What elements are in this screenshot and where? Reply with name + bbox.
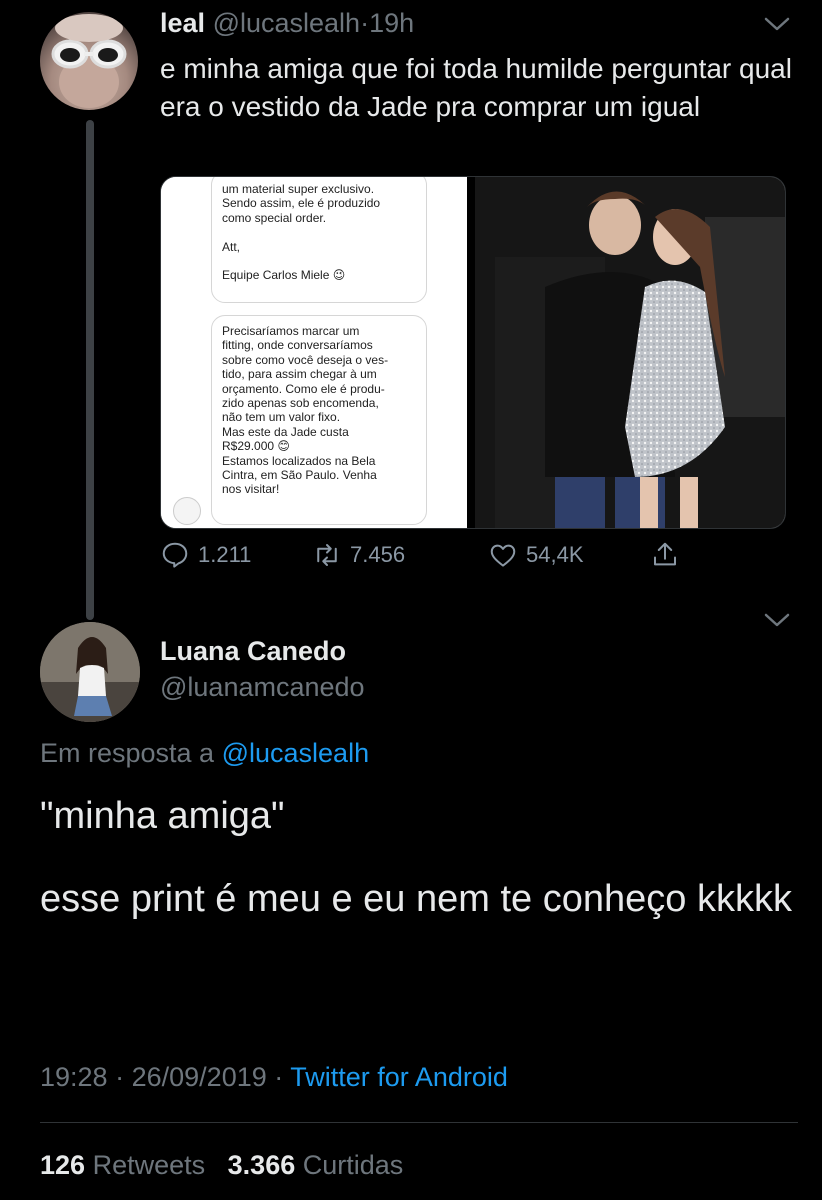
avatar-image xyxy=(51,14,127,108)
reply-text-line1: "minha amiga" xyxy=(40,795,285,837)
tweet-media[interactable]: um material super exclusivo. Sendo assim… xyxy=(160,176,786,529)
chevron-down-icon[interactable] xyxy=(762,610,792,630)
likes-label: Curtidas xyxy=(302,1150,404,1180)
tweet-time[interactable]: 19:28 xyxy=(40,1062,108,1092)
reply-prefix: Em resposta a xyxy=(40,738,215,768)
share-button[interactable] xyxy=(650,540,680,570)
screenshot-image[interactable]: um material super exclusivo. Sendo assim… xyxy=(161,177,467,528)
header-separator: · xyxy=(360,8,370,38)
retweets-label: Retweets xyxy=(92,1150,206,1180)
tweet-date[interactable]: 26/09/2019 xyxy=(132,1062,267,1092)
tweet-header: leal @lucaslealh·19h xyxy=(160,8,414,39)
meta-separator: · xyxy=(274,1062,284,1092)
retweet-icon xyxy=(317,544,337,566)
media-gap xyxy=(467,177,475,528)
avatar-luanamcanedo[interactable] xyxy=(40,622,140,722)
reply-author-name[interactable]: Luana Canedo xyxy=(160,636,346,667)
chevron-down-icon[interactable] xyxy=(762,14,792,34)
tweet-actions: 1.211 7.456 54,4K xyxy=(160,540,700,584)
author-handle[interactable]: @lucaslealh xyxy=(213,8,361,38)
couple-photo-illustration xyxy=(475,177,785,528)
tweet-text: e minha amiga que foi toda humilde pergu… xyxy=(160,53,792,122)
reply-button[interactable]: 1.211 xyxy=(160,540,251,570)
retweets-count: 126 xyxy=(40,1150,86,1180)
message-bubble-1: um material super exclusivo. Sendo assim… xyxy=(211,177,427,303)
retweet-count: 7.456 xyxy=(350,542,406,567)
meta-separator: · xyxy=(115,1062,125,1092)
like-icon xyxy=(490,544,516,567)
author-name[interactable]: leal xyxy=(160,8,205,38)
likes-stat[interactable]: 3.366 Curtidas xyxy=(228,1150,404,1180)
thread-connector xyxy=(86,120,94,620)
retweets-stat[interactable]: 126 Retweets xyxy=(40,1150,205,1180)
reply-author-handle[interactable]: @luanamcanedo xyxy=(160,672,365,703)
brand-logo-icon xyxy=(173,497,201,525)
retweet-button[interactable]: 7.456 xyxy=(312,540,405,570)
avatar-lucaslealh[interactable] xyxy=(40,12,138,110)
tweet-time[interactable]: 19h xyxy=(369,8,414,38)
reply-count: 1.211 xyxy=(198,542,252,567)
share-icon xyxy=(654,542,676,566)
like-count: 54,4K xyxy=(526,542,584,567)
photo-image[interactable] xyxy=(475,177,785,528)
like-button[interactable]: 54,4K xyxy=(488,540,584,570)
tweet-stats: 126 Retweets 3.366 Curtidas xyxy=(40,1150,403,1181)
tweet-source-link[interactable]: Twitter for Android xyxy=(290,1062,508,1092)
likes-count: 3.366 xyxy=(227,1150,296,1180)
divider xyxy=(40,1122,798,1123)
reply-text-line2: esse print é meu e eu nem te conheço kkk… xyxy=(40,878,792,920)
avatar-image xyxy=(40,622,140,722)
reply-to-link[interactable]: @lucaslealh xyxy=(222,738,370,768)
reply-context: Em resposta a @lucaslealh xyxy=(40,738,369,769)
tweet-meta: 19:28 · 26/09/2019 · Twitter for Android xyxy=(40,1062,508,1093)
reply-icon xyxy=(162,542,188,568)
message-bubble-2: Precisaríamos marcar um fitting, onde co… xyxy=(211,315,427,525)
